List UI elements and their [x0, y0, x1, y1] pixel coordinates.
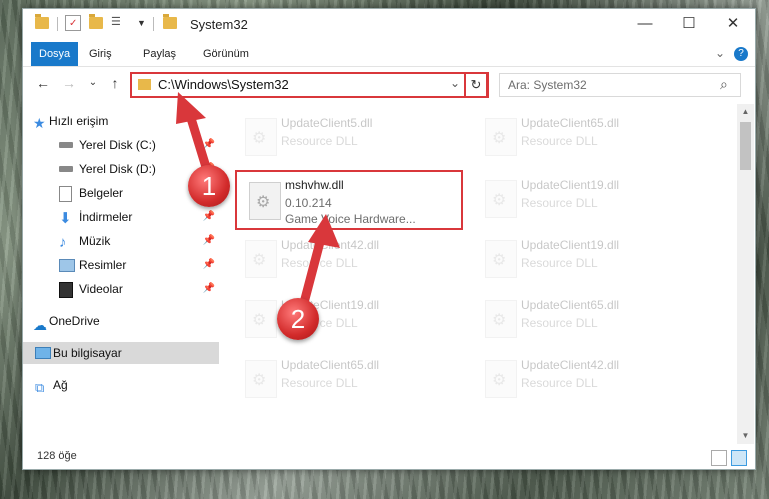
step-badge-2: 2 [277, 298, 319, 340]
arrow-1-head [176, 92, 206, 124]
annotation-arrows [176, 92, 340, 323]
step-badge-1: 1 [188, 165, 230, 207]
arrow-2-head [308, 214, 340, 248]
